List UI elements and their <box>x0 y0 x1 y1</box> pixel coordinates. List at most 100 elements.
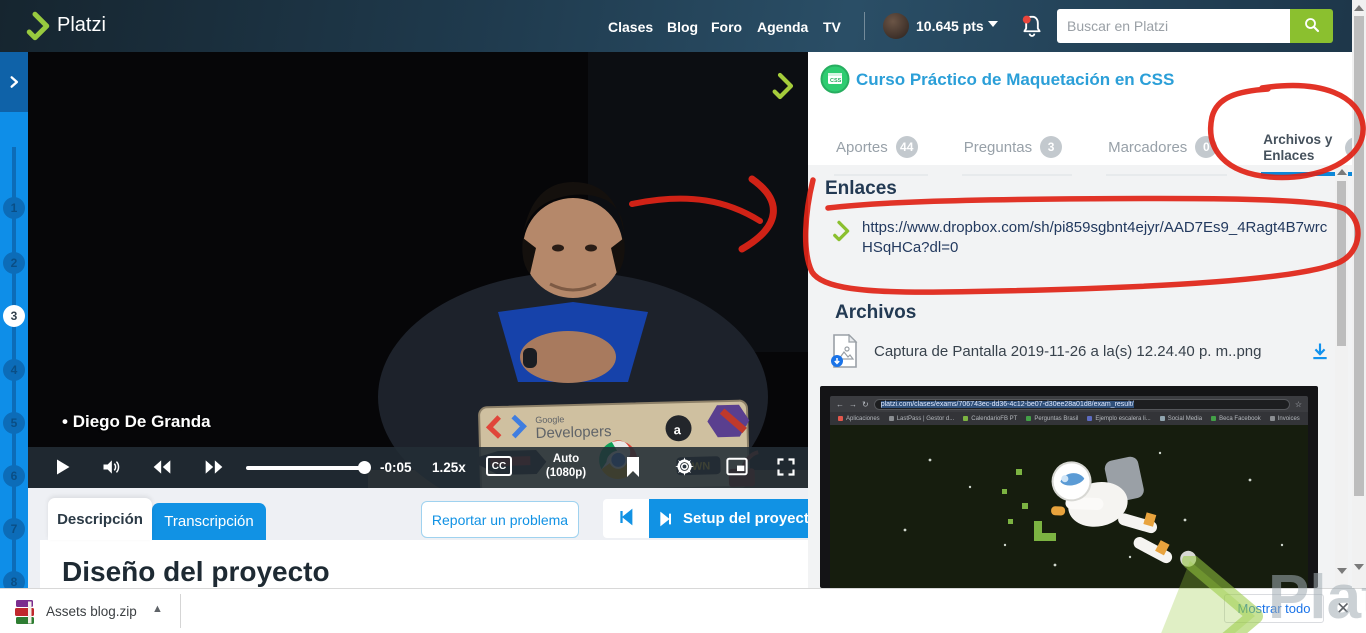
video-player[interactable]: Google Developers a PWN <box>28 52 808 488</box>
progress-knob[interactable] <box>358 461 371 474</box>
tab-preguntas[interactable]: Preguntas 3 <box>961 122 1073 177</box>
thumb-url-text: platzi.com/clases/exams/706743ec-dd36-4c… <box>880 400 1134 408</box>
tab-transcripcion[interactable]: Transcripción <box>152 503 266 540</box>
progress-bar[interactable] <box>246 466 366 470</box>
course-panel: CSS Curso Práctico de Maquetación en CSS… <box>808 52 1366 588</box>
play-button[interactable] <box>52 457 72 477</box>
chevron-right-icon <box>10 76 19 88</box>
rewind-button[interactable] <box>150 457 174 477</box>
dropbox-link[interactable]: https://www.dropbox.com/sh/pi859sgbnt4ej… <box>862 218 1328 259</box>
speaker-name: • Diego De Granda <box>62 412 211 431</box>
lesson-dot-5[interactable]: 5 <box>3 412 25 434</box>
panel-scroll-down-arrow[interactable] <box>1336 568 1347 574</box>
panel-scroll-up-arrow[interactable] <box>1336 169 1347 175</box>
captions-button[interactable]: CC <box>486 456 512 476</box>
previous-class-button[interactable] <box>603 499 649 538</box>
lesson-dot-4[interactable]: 4 <box>3 359 25 381</box>
brand-name[interactable]: Platzi <box>57 14 106 37</box>
forward-button[interactable] <box>202 457 226 477</box>
panel-scrollbar-thumb[interactable] <box>1337 181 1346 346</box>
thumb-browser-toolbar: ← → ↻ platzi.com/clases/exams/706743ec-d… <box>830 396 1308 412</box>
points-label[interactable]: 10.645 pts <box>916 18 984 34</box>
lesson-dot-2[interactable]: 2 <box>3 252 25 274</box>
skip-next-icon <box>660 511 671 526</box>
tab-archivos-enlaces-active[interactable]: Archivos y Enlaces 3 <box>1261 122 1366 177</box>
resource-link-row[interactable]: https://www.dropbox.com/sh/pi859sgbnt4ej… <box>828 218 1328 259</box>
platzi-logo-icon[interactable] <box>20 11 50 41</box>
bookmark-item: LastPass | Gestor d... <box>888 416 954 422</box>
tab-marcadores[interactable]: Marcadores 0 <box>1106 122 1228 177</box>
download-file-name: Assets blog.zip <box>46 604 137 619</box>
miniplayer-button[interactable] <box>726 457 748 476</box>
quality-button[interactable]: Auto (1080p) <box>533 452 599 481</box>
volume-button[interactable] <box>100 457 122 477</box>
astronaut-illustration <box>903 451 1284 567</box>
close-downloads-bar-icon[interactable]: ✕ <box>1336 599 1350 619</box>
course-panel-header: CSS Curso Práctico de Maquetación en CSS… <box>808 52 1366 177</box>
winrar-archive-icon <box>15 599 34 624</box>
notifications-bell-icon[interactable] <box>1018 12 1046 40</box>
next-class-setup-button[interactable]: Setup del proyecto <box>649 499 827 538</box>
download-expand-chevron-icon[interactable]: ▲ <box>152 603 163 615</box>
chevron-down-icon[interactable] <box>988 21 998 27</box>
bookmark-item: Ejemplo escalera li... <box>1087 416 1151 422</box>
top-navbar: Platzi Clases Blog Foro Agenda TV 10.645… <box>0 0 1366 52</box>
speed-button[interactable]: 1.25x <box>432 460 466 475</box>
download-divider <box>180 594 181 628</box>
thumb-page-content <box>830 425 1308 588</box>
lesson-dot-1[interactable]: 1 <box>3 197 25 219</box>
course-title[interactable]: Curso Práctico de Maquetación en CSS <box>856 70 1276 90</box>
page-scroll-up-arrow[interactable] <box>1354 5 1364 11</box>
tab-aportes[interactable]: Aportes 44 <box>834 122 928 177</box>
file-name[interactable]: Captura de Pantalla 2019-11-26 a la(s) 1… <box>874 343 1294 360</box>
platzi-video-watermark-icon <box>772 72 794 100</box>
nav-divider <box>864 12 865 40</box>
rail-expand-button[interactable] <box>0 52 28 112</box>
search-input[interactable] <box>1057 9 1290 43</box>
course-icon[interactable]: CSS <box>820 64 850 94</box>
svg-text:Developers: Developers <box>535 423 611 442</box>
image-file-icon <box>831 334 858 368</box>
bookmark-item: CalendarioFB PT <box>963 416 1017 422</box>
quality-line1: Auto <box>552 453 580 465</box>
report-problem-button[interactable]: Reportar un problema <box>421 501 579 538</box>
bookmark-item: Social Media <box>1159 416 1202 422</box>
page-scrollbar-thumb[interactable] <box>1354 16 1364 496</box>
page-scrollbar[interactable] <box>1352 0 1366 588</box>
skip-previous-icon <box>620 508 633 526</box>
file-preview-thumbnail[interactable]: ← → ↻ platzi.com/clases/exams/706743ec-d… <box>820 386 1318 588</box>
page: Platzi Clases Blog Foro Agenda TV 10.645… <box>0 0 1366 633</box>
settings-gear-button[interactable] <box>674 456 695 477</box>
tab-preguntas-count: 3 <box>1040 136 1063 159</box>
downloaded-file-item[interactable]: Assets blog.zip <box>14 595 174 628</box>
tab-descripcion[interactable]: Descripción <box>48 498 152 540</box>
nav-link-tv[interactable]: TV <box>823 19 841 35</box>
tab-marcadores-count: 0 <box>1195 136 1218 159</box>
tab-aportes-count: 44 <box>895 136 918 159</box>
archivos-heading: Archivos <box>835 302 917 323</box>
tab-preguntas-label: Preguntas <box>963 138 1033 156</box>
fullscreen-button[interactable] <box>776 457 796 477</box>
nav-link-agenda[interactable]: Agenda <box>757 19 808 35</box>
page-scroll-down-arrow[interactable] <box>1354 564 1364 570</box>
file-row[interactable]: Captura de Pantalla 2019-11-26 a la(s) 1… <box>830 334 1330 368</box>
lesson-dot-6[interactable]: 6 <box>3 465 25 487</box>
search-button[interactable] <box>1290 9 1333 43</box>
avatar[interactable] <box>883 13 909 39</box>
nav-link-blog[interactable]: Blog <box>667 19 698 35</box>
thumb-back-icon: ← <box>836 399 844 409</box>
time-remaining: -0:05 <box>380 460 412 475</box>
show-all-downloads-button[interactable]: Mostrar todo <box>1224 594 1324 623</box>
download-file-button[interactable] <box>1310 341 1330 361</box>
bookmark-item: Beca Facebook <box>1211 416 1261 422</box>
bookmark-button[interactable] <box>624 456 642 478</box>
lesson-dot-3-active[interactable]: 3 <box>3 305 25 327</box>
thumb-forward-icon: → <box>849 399 857 409</box>
nav-link-clases[interactable]: Clases <box>608 19 653 35</box>
enlaces-heading: Enlaces <box>825 178 897 199</box>
tab-archivos-enlaces-label: Archivos y Enlaces <box>1263 132 1333 164</box>
panel-scrollbar[interactable] <box>1335 165 1348 588</box>
thumb-bookmarks-bar: Aplicaciones LastPass | Gestor d... Cale… <box>830 412 1308 425</box>
nav-link-foro[interactable]: Foro <box>711 19 742 35</box>
lesson-dot-7[interactable]: 7 <box>3 518 25 540</box>
